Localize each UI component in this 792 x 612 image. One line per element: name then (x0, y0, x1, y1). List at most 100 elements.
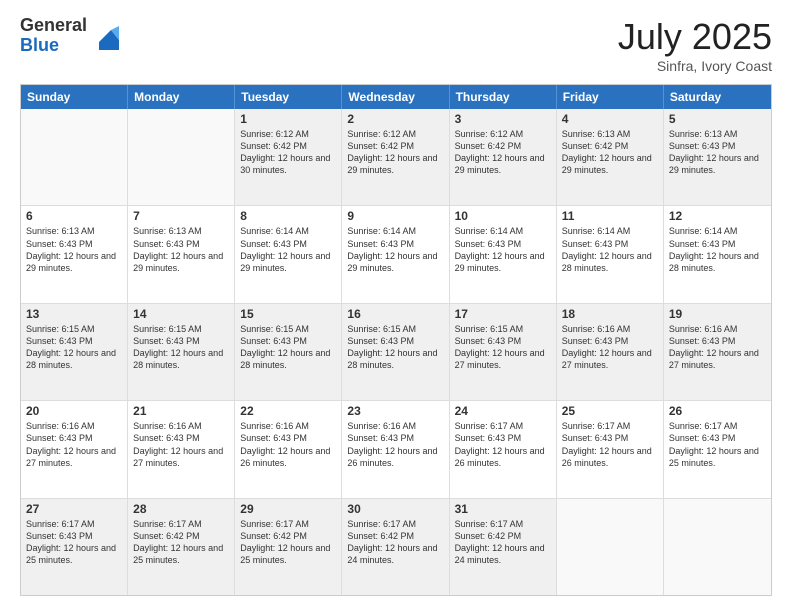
day-number: 20 (26, 404, 122, 418)
cell-info: Sunrise: 6:13 AM Sunset: 6:42 PM Dayligh… (562, 129, 652, 175)
day-number: 14 (133, 307, 229, 321)
calendar-cell: 2 Sunrise: 6:12 AM Sunset: 6:42 PM Daylig… (342, 109, 449, 205)
calendar-row: 27 Sunrise: 6:17 AM Sunset: 6:43 PM Dayli… (21, 499, 771, 595)
cell-info: Sunrise: 6:17 AM Sunset: 6:43 PM Dayligh… (669, 421, 759, 467)
cell-info: Sunrise: 6:17 AM Sunset: 6:42 PM Dayligh… (347, 519, 437, 565)
weekday-header: Sunday (21, 85, 128, 109)
day-number: 5 (669, 112, 766, 126)
day-number: 18 (562, 307, 658, 321)
calendar-row: 1Sunrise: 6:12 AM Sunset: 6:42 PM Daylig… (21, 109, 771, 206)
day-number: 13 (26, 307, 122, 321)
day-number: 27 (26, 502, 122, 516)
day-number: 30 (347, 502, 443, 516)
cell-info: Sunrise: 6:16 AM Sunset: 6:43 PM Dayligh… (26, 421, 116, 467)
calendar-cell: 19Sunrise: 6:16 AM Sunset: 6:43 PM Dayli… (664, 304, 771, 400)
cell-info: Sunrise: 6:17 AM Sunset: 6:42 PM Dayligh… (133, 519, 223, 565)
cell-info: Sunrise: 6:16 AM Sunset: 6:43 PM Dayligh… (240, 421, 330, 467)
calendar-row: 13 Sunrise: 6:15 AM Sunset: 6:43 PM Dayli… (21, 304, 771, 401)
calendar-cell: 5 Sunrise: 6:13 AM Sunset: 6:43 PM Daylig… (664, 109, 771, 205)
day-number: 16 (347, 307, 443, 321)
cell-info: Sunrise: 6:12 AM Sunset: 6:42 PM Dayligh… (455, 129, 545, 175)
logo-icon (91, 22, 119, 50)
calendar-cell (557, 499, 664, 595)
calendar-cell: 28 Sunrise: 6:17 AM Sunset: 6:42 PM Dayli… (128, 499, 235, 595)
day-number: 31 (455, 502, 551, 516)
calendar-cell (664, 499, 771, 595)
day-number: 22 (240, 404, 336, 418)
calendar-cell: 15 Sunrise: 6:15 AM Sunset: 6:43 PM Dayli… (235, 304, 342, 400)
cell-info: Sunrise: 6:17 AM Sunset: 6:43 PM Dayligh… (26, 519, 116, 565)
cell-info: Sunrise: 6:13 AM Sunset: 6:43 PM Dayligh… (26, 226, 116, 272)
weekday-header: Friday (557, 85, 664, 109)
weekday-header: Thursday (450, 85, 557, 109)
calendar-cell: 13Sunrise: 6:15 AM Sunset: 6:43 PM Dayli… (21, 304, 128, 400)
page: General Blue July 2025 Sinfra, Ivory Coa… (0, 0, 792, 612)
day-number: 4 (562, 112, 658, 126)
cell-info: Sunrise: 6:17 AM Sunset: 6:43 PM Dayligh… (455, 421, 545, 467)
cell-info: Sunrise: 6:16 AM Sunset: 6:43 PM Dayligh… (133, 421, 223, 467)
weekday-header: Tuesday (235, 85, 342, 109)
calendar-header: SundayMondayTuesdayWednesdayThursdayFrid… (21, 85, 771, 109)
month-title: July 2025 (618, 16, 772, 58)
logo-general: General (20, 16, 87, 36)
day-number: 29 (240, 502, 336, 516)
logo-blue: Blue (20, 36, 87, 56)
day-number: 6 (26, 209, 122, 223)
calendar-cell: 10 Sunrise: 6:14 AM Sunset: 6:43 PM Dayli… (450, 206, 557, 302)
cell-info: Sunrise: 6:15 AM Sunset: 6:43 PM Dayligh… (240, 324, 330, 370)
calendar-cell: 3 Sunrise: 6:12 AM Sunset: 6:42 PM Daylig… (450, 109, 557, 205)
calendar-cell (21, 109, 128, 205)
calendar-cell: 17 Sunrise: 6:15 AM Sunset: 6:43 PM Dayli… (450, 304, 557, 400)
day-number: 10 (455, 209, 551, 223)
calendar-cell (128, 109, 235, 205)
calendar-cell: 31 Sunrise: 6:17 AM Sunset: 6:42 PM Dayli… (450, 499, 557, 595)
cell-info: Sunrise: 6:12 AM Sunset: 6:42 PM Dayligh… (347, 129, 437, 175)
weekday-header: Wednesday (342, 85, 449, 109)
calendar-cell: 16Sunrise: 6:15 AM Sunset: 6:43 PM Dayli… (342, 304, 449, 400)
calendar-cell: 27 Sunrise: 6:17 AM Sunset: 6:43 PM Dayli… (21, 499, 128, 595)
calendar-cell: 30 Sunrise: 6:17 AM Sunset: 6:42 PM Dayli… (342, 499, 449, 595)
weekday-header: Monday (128, 85, 235, 109)
day-number: 2 (347, 112, 443, 126)
day-number: 15 (240, 307, 336, 321)
cell-info: Sunrise: 6:16 AM Sunset: 6:43 PM Dayligh… (669, 324, 759, 370)
calendar-cell: 20 Sunrise: 6:16 AM Sunset: 6:43 PM Dayli… (21, 401, 128, 497)
cell-info: Sunrise: 6:17 AM Sunset: 6:42 PM Dayligh… (240, 519, 330, 565)
cell-info: Sunrise: 6:16 AM Sunset: 6:43 PM Dayligh… (347, 421, 437, 467)
day-number: 17 (455, 307, 551, 321)
calendar-cell: 22 Sunrise: 6:16 AM Sunset: 6:43 PM Dayli… (235, 401, 342, 497)
day-number: 26 (669, 404, 766, 418)
calendar-cell: 11Sunrise: 6:14 AM Sunset: 6:43 PM Dayli… (557, 206, 664, 302)
calendar-cell: 25 Sunrise: 6:17 AM Sunset: 6:43 PM Dayli… (557, 401, 664, 497)
day-number: 28 (133, 502, 229, 516)
cell-info: Sunrise: 6:16 AM Sunset: 6:43 PM Dayligh… (562, 324, 652, 370)
cell-info: Sunrise: 6:13 AM Sunset: 6:43 PM Dayligh… (669, 129, 759, 175)
weekday-header: Saturday (664, 85, 771, 109)
day-number: 3 (455, 112, 551, 126)
calendar-cell: 23 Sunrise: 6:16 AM Sunset: 6:43 PM Dayli… (342, 401, 449, 497)
day-number: 24 (455, 404, 551, 418)
calendar-body: 1Sunrise: 6:12 AM Sunset: 6:42 PM Daylig… (21, 109, 771, 595)
cell-info: Sunrise: 6:15 AM Sunset: 6:43 PM Dayligh… (455, 324, 545, 370)
cell-info: Sunrise: 6:15 AM Sunset: 6:43 PM Dayligh… (133, 324, 223, 370)
cell-info: Sunrise: 6:13 AM Sunset: 6:43 PM Dayligh… (133, 226, 223, 272)
calendar-cell: 9Sunrise: 6:14 AM Sunset: 6:43 PM Daylig… (342, 206, 449, 302)
cell-info: Sunrise: 6:14 AM Sunset: 6:43 PM Dayligh… (455, 226, 545, 272)
calendar-cell: 21Sunrise: 6:16 AM Sunset: 6:43 PM Dayli… (128, 401, 235, 497)
subtitle: Sinfra, Ivory Coast (618, 58, 772, 74)
cell-info: Sunrise: 6:17 AM Sunset: 6:42 PM Dayligh… (455, 519, 545, 565)
cell-info: Sunrise: 6:17 AM Sunset: 6:43 PM Dayligh… (562, 421, 652, 467)
cell-info: Sunrise: 6:14 AM Sunset: 6:43 PM Dayligh… (240, 226, 330, 272)
calendar-row: 6 Sunrise: 6:13 AM Sunset: 6:43 PM Daylig… (21, 206, 771, 303)
calendar-cell: 1Sunrise: 6:12 AM Sunset: 6:42 PM Daylig… (235, 109, 342, 205)
cell-info: Sunrise: 6:14 AM Sunset: 6:43 PM Dayligh… (669, 226, 759, 272)
calendar-cell: 7Sunrise: 6:13 AM Sunset: 6:43 PM Daylig… (128, 206, 235, 302)
calendar-cell: 24 Sunrise: 6:17 AM Sunset: 6:43 PM Dayli… (450, 401, 557, 497)
day-number: 23 (347, 404, 443, 418)
day-number: 8 (240, 209, 336, 223)
day-number: 12 (669, 209, 766, 223)
day-number: 25 (562, 404, 658, 418)
calendar-cell: 14 Sunrise: 6:15 AM Sunset: 6:43 PM Dayli… (128, 304, 235, 400)
logo: General Blue (20, 16, 119, 56)
calendar-cell: 4 Sunrise: 6:13 AM Sunset: 6:42 PM Daylig… (557, 109, 664, 205)
